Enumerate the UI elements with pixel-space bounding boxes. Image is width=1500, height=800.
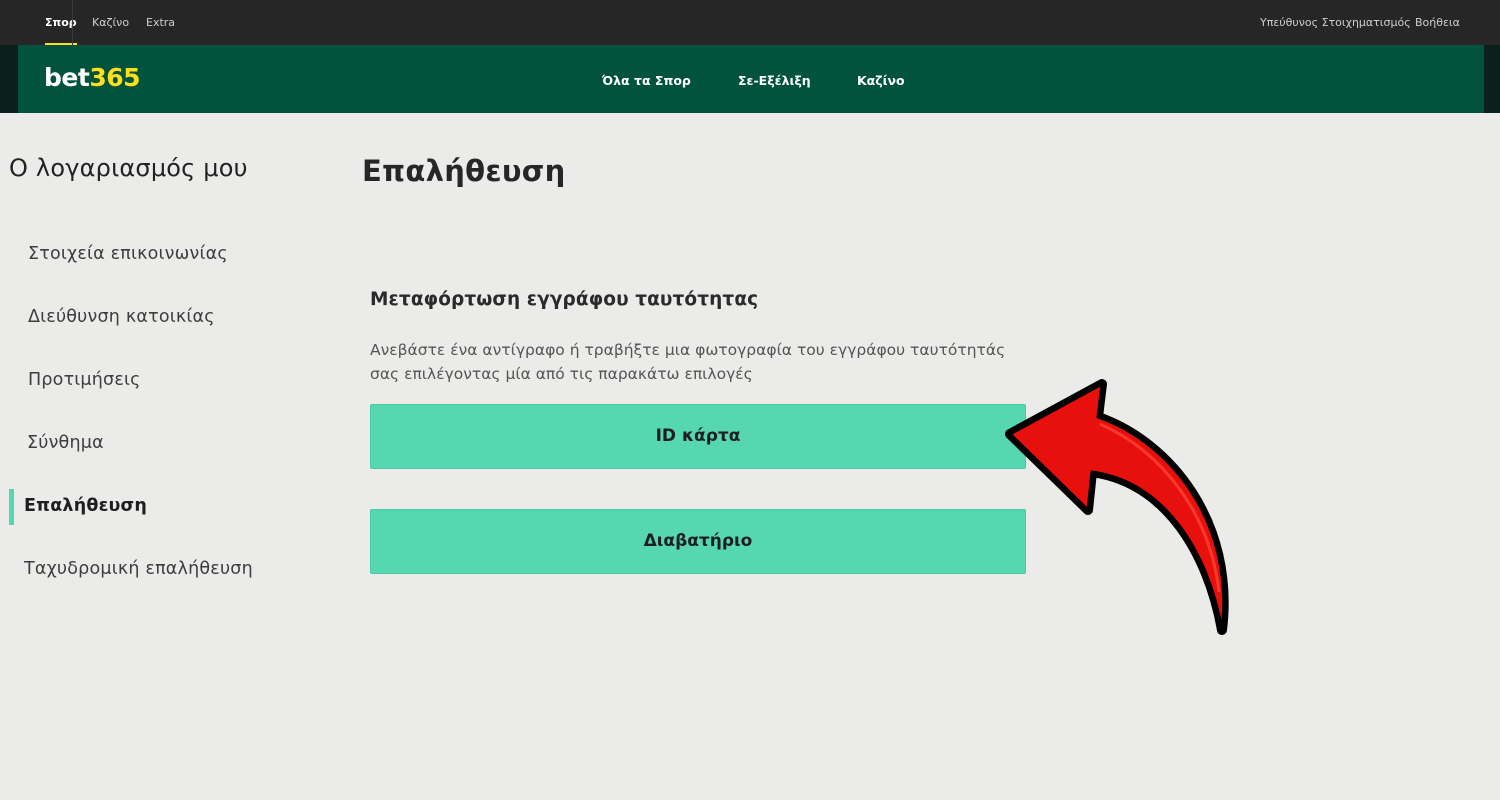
upload-description: Ανεβάστε ένα αντίγραφο ή τραβήξτε μια φω… <box>370 338 1070 386</box>
responsible-gambling-link[interactable]: Υπεύθυνος Στοιχηματισμός <box>1260 0 1411 45</box>
nav-all-sports[interactable]: Όλα τα Σπορ <box>602 45 691 113</box>
sidebar-item-home-address[interactable]: Διεύθυνση κατοικίας <box>28 307 215 327</box>
nav-in-play[interactable]: Σε-Εξέλιξη <box>738 45 811 113</box>
brand-bar: bet365 Όλα τα Σπορ Σε-Εξέλιξη Καζίνο <box>0 45 1500 113</box>
bet365-logo[interactable]: bet365 <box>44 61 140 95</box>
help-link[interactable]: Βοήθεια <box>1415 0 1460 45</box>
active-item-marker <box>9 489 14 525</box>
tab-extra[interactable]: Extra <box>146 0 175 45</box>
sidebar-item-postal-verification[interactable]: Ταχυδρομική επαλήθευση <box>24 559 253 579</box>
tab-casino[interactable]: Καζίνο <box>92 0 129 45</box>
sidebar-item-passphrase[interactable]: Σύνθημα <box>27 433 104 453</box>
tab-divider <box>72 0 73 45</box>
nav-casino[interactable]: Καζίνο <box>857 45 905 113</box>
sidebar-item-contact-details[interactable]: Στοιχεία επικοινωνίας <box>28 244 228 264</box>
upload-description-line-1: Ανεβάστε ένα αντίγραφο ή τραβήξτε μια φω… <box>370 341 1006 359</box>
logo-text-365: 365 <box>89 63 140 92</box>
upload-description-line-2: σας επιλέγοντας μία από τις παρακάτω επι… <box>370 365 753 383</box>
account-heading: Ο λογαριασμός μου <box>9 154 248 182</box>
passport-button[interactable]: Διαβατήριο <box>370 509 1026 574</box>
id-card-button[interactable]: ID κάρτα <box>370 404 1026 469</box>
top-utility-bar: Σπορ Καζίνο Extra Υπεύθυνος Στοιχηματισμ… <box>0 0 1500 45</box>
logo-text-bet: bet <box>44 63 90 92</box>
page-title: Επαλήθευση <box>362 154 566 188</box>
red-curved-arrow-icon <box>1005 379 1229 635</box>
brand-bar-inner: bet365 Όλα τα Σπορ Σε-Εξέλιξη Καζίνο <box>18 45 1484 113</box>
sidebar-item-verification[interactable]: Επαλήθευση <box>24 496 147 516</box>
upload-id-heading: Μεταφόρτωση εγγράφου ταυτότητας <box>370 289 759 310</box>
sidebar-item-preferences[interactable]: Προτιμήσεις <box>28 370 141 390</box>
